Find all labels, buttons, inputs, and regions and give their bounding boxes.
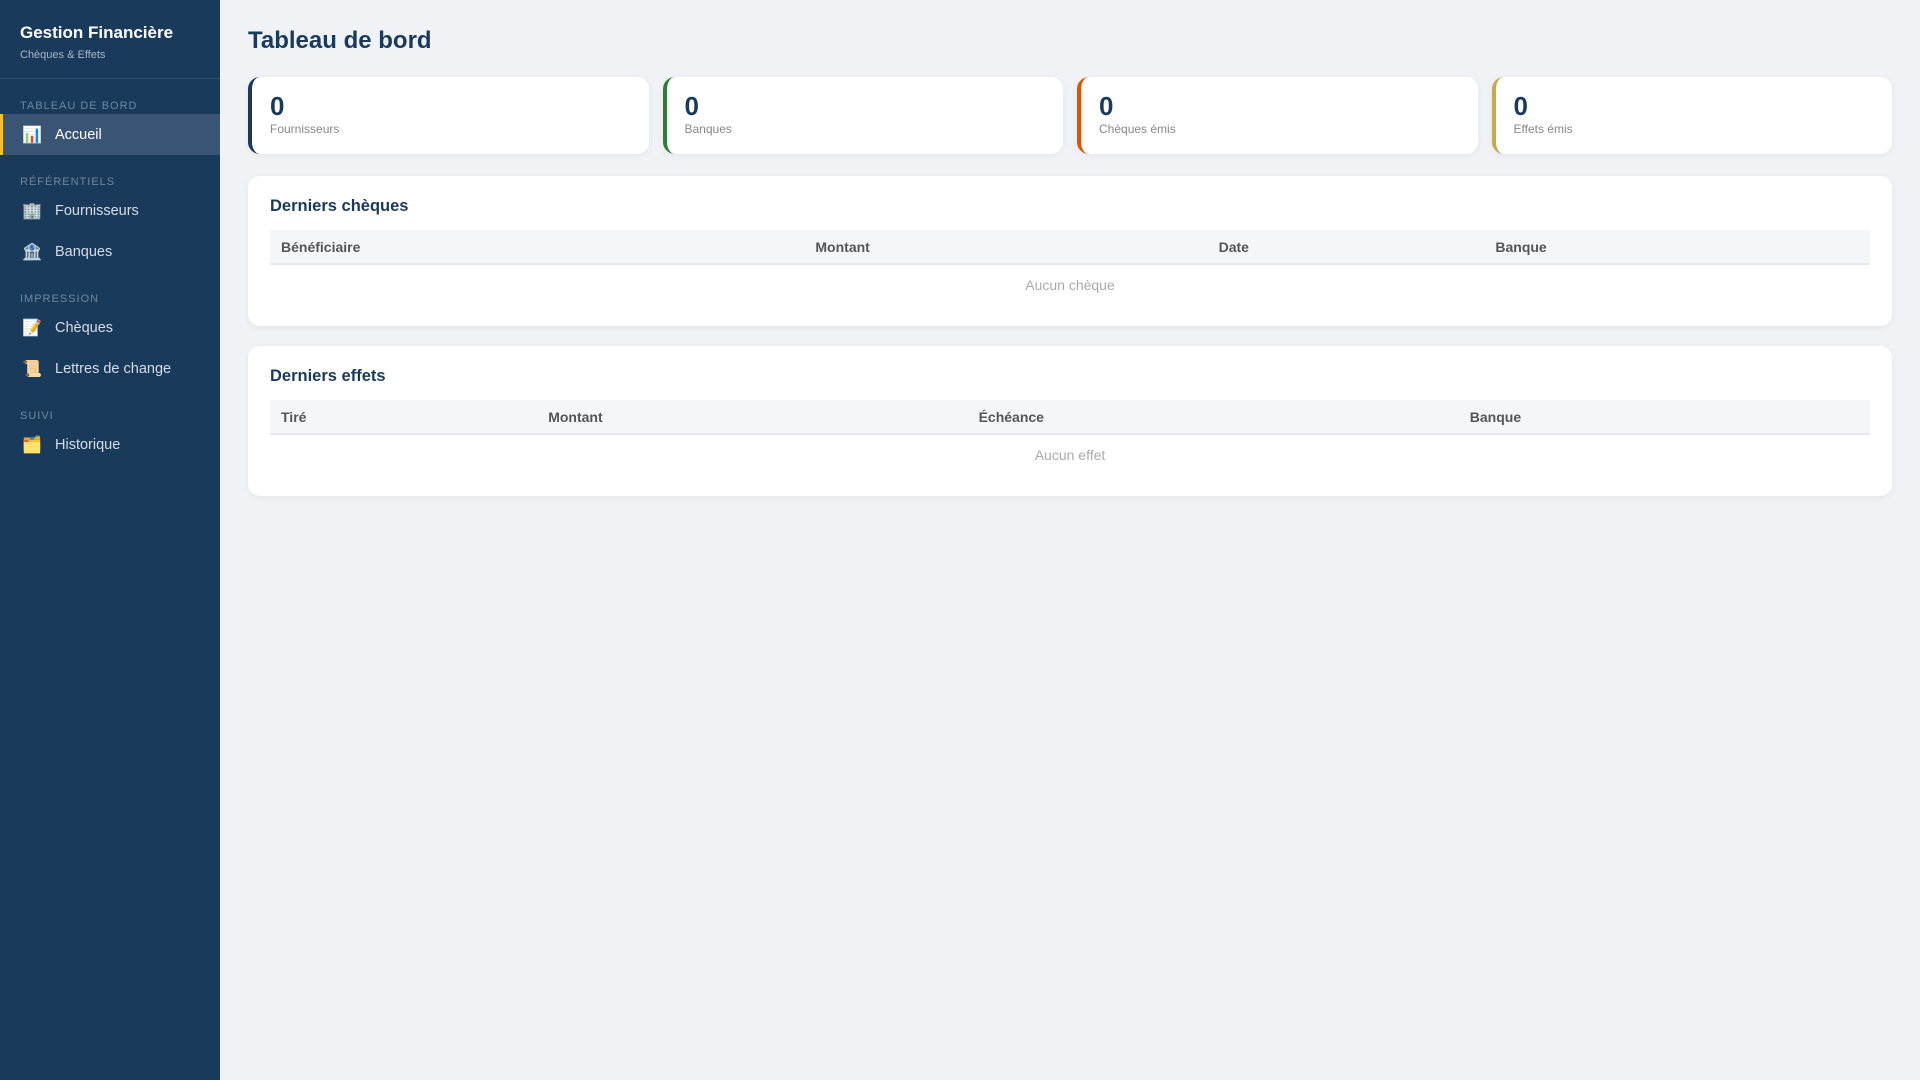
- column-header: Bénéficiaire: [270, 230, 805, 265]
- stat-label: Banques: [684, 122, 732, 136]
- effets-table: Tiré Montant Échéance Banque Aucun effet: [270, 400, 1870, 474]
- recent-effets-panel: Derniers effets Tiré Montant Échéance Banqu…: [248, 346, 1892, 496]
- section-label: IMPRESSION: [20, 293, 100, 305]
- brand: Gestion Financière Chèques & Effets: [0, 0, 220, 79]
- column-header: Banque: [1458, 400, 1870, 435]
- sidebar-item-label: Historique: [55, 436, 121, 453]
- column-header: Banque: [1484, 230, 1870, 265]
- empty-message: Aucun chèque: [1025, 276, 1115, 293]
- sidebar-item-lettres-de-change[interactable]: 📜 Lettres de change: [0, 348, 220, 389]
- stat-value: 0: [1099, 91, 1114, 121]
- main-content: Tableau de bord 0 Fournisseurs 0 Banques 0…: [248, 0, 1892, 496]
- panel-title: Derniers chèques: [270, 197, 409, 215]
- empty-message: Aucun effet: [1034, 446, 1106, 463]
- chart-icon: 📊: [22, 126, 42, 144]
- sidebar-item-banques[interactable]: 🏦 Banques: [0, 231, 220, 272]
- stat-card-cheques: 0 Chèques émis: [1077, 77, 1478, 154]
- section-label: SUIVI: [20, 410, 54, 422]
- column-header: Date: [1207, 230, 1485, 265]
- stat-value: 0: [1513, 91, 1528, 121]
- sidebar-item-accueil[interactable]: 📊 Accueil: [0, 114, 220, 155]
- page-title: Tableau de bord: [248, 27, 432, 54]
- cheques-table: Bénéficiaire Montant Date Banque Aucun chèq…: [270, 230, 1870, 304]
- stat-label: Fournisseurs: [270, 122, 340, 136]
- sidebar-item-label: Banques: [55, 243, 113, 260]
- column-header: Montant: [537, 400, 968, 435]
- sidebar-item-cheques[interactable]: 📝 Chèques: [0, 307, 220, 348]
- recent-cheques-panel: Derniers chèques Bénéficiaire Montant Date…: [248, 176, 1892, 326]
- sidebar-item-label: Fournisseurs: [55, 202, 139, 219]
- stat-label: Chèques émis: [1099, 122, 1176, 136]
- sidebar-item-fournisseurs[interactable]: 🏢 Fournisseurs: [0, 190, 220, 231]
- section-label: TABLEAU DE BORD: [20, 100, 138, 112]
- bank-icon: 🏦: [22, 243, 42, 261]
- column-header: Montant: [804, 230, 1208, 265]
- stat-label: Effets émis: [1513, 122, 1573, 136]
- panel-title: Derniers effets: [270, 367, 386, 385]
- stat-card-effets: 0 Effets émis: [1491, 77, 1892, 154]
- office-building-icon: 🏢: [22, 202, 42, 220]
- card-index-icon: 🗂️: [22, 436, 42, 454]
- memo-icon: 📝: [22, 319, 42, 337]
- app-subtitle: Chèques & Effets: [20, 49, 106, 61]
- stat-value: 0: [270, 91, 285, 121]
- sidebar-item-label: Lettres de change: [55, 360, 172, 377]
- scroll-icon: 📜: [22, 360, 42, 378]
- app-title: Gestion Financière: [20, 23, 174, 42]
- sidebar: Gestion Financière Chèques & Effets TABL…: [0, 0, 220, 1080]
- column-header: Échéance: [967, 400, 1459, 435]
- stat-card-banques: 0 Banques: [662, 77, 1063, 154]
- sidebar-item-historique[interactable]: 🗂️ Historique: [0, 424, 220, 465]
- stats-cards: 0 Fournisseurs 0 Banques 0 Chèques émis 0 Ef…: [248, 77, 1892, 154]
- sidebar-item-label: Chèques: [55, 319, 114, 336]
- sidebar-item-label: Accueil: [55, 126, 102, 143]
- column-header: Tiré: [270, 400, 538, 435]
- stat-value: 0: [684, 91, 699, 121]
- section-label: RÉFÉRENTIELS: [20, 176, 116, 188]
- stat-card-fournisseurs: 0 Fournisseurs: [248, 77, 649, 154]
